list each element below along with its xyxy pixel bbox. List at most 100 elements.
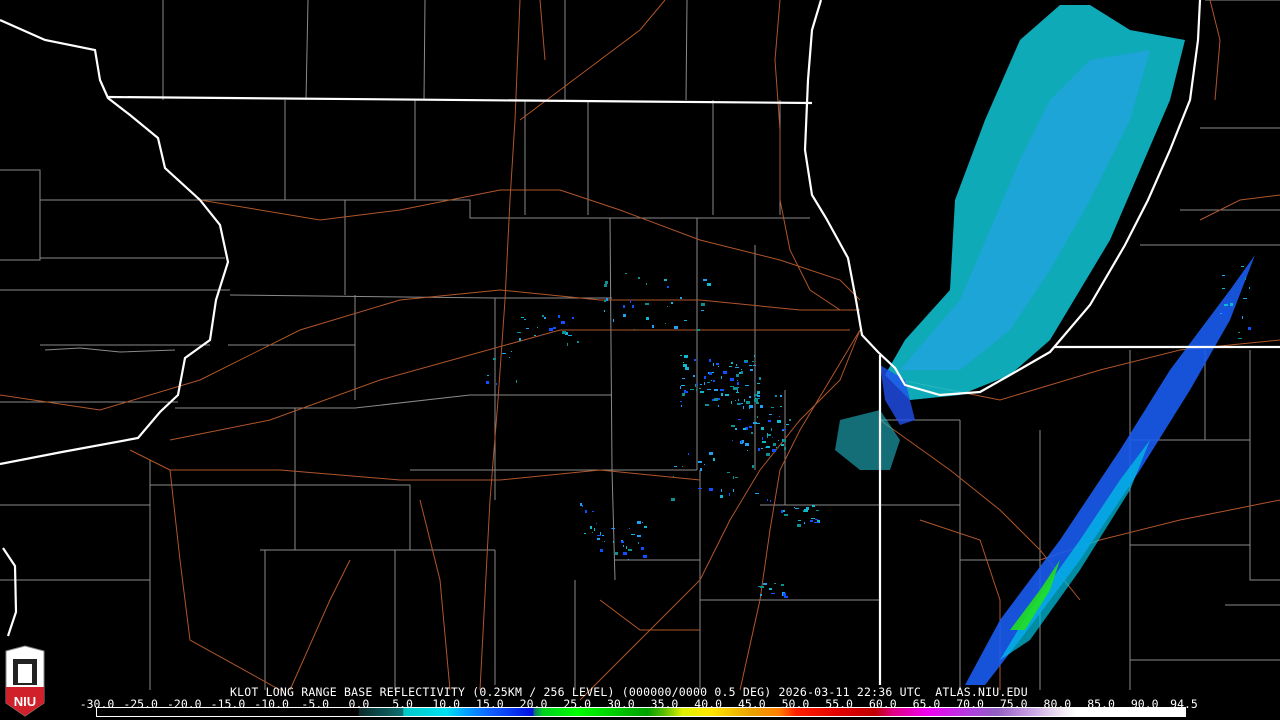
echo-pixel: [772, 449, 776, 452]
echo-pixel: [757, 416, 758, 418]
highway: [539, 0, 546, 61]
echo-pixel: [714, 389, 718, 391]
echo-pixel: [685, 391, 688, 393]
echo-pixel: [749, 407, 750, 409]
echo-pixel: [723, 371, 727, 374]
echo-pixel: [632, 305, 634, 308]
echo-pixel: [732, 440, 733, 441]
echo-pixel: [645, 303, 649, 305]
echo-pixel: [646, 317, 649, 320]
echo-pixel: [605, 281, 608, 284]
echo-pixel: [680, 401, 682, 402]
radar-display: NIU KLOT LONG RANGE BASE REFLECTIVITY (0…: [0, 0, 1280, 720]
echo-pixel: [784, 447, 786, 450]
highway: [479, 0, 521, 691]
echo-pixel: [540, 335, 541, 336]
echo-pixel: [597, 538, 600, 540]
echo-pixel: [779, 416, 780, 417]
echo-pixel: [1222, 288, 1225, 289]
echo-pixel: [681, 385, 685, 386]
echo-pixel: [684, 355, 688, 358]
echo-pixel: [526, 328, 529, 329]
echo-pixel: [1243, 298, 1247, 299]
echo-pixel: [625, 273, 627, 274]
echo-pixel: [524, 319, 526, 320]
echo-pixel: [760, 586, 764, 588]
echo-pixel: [674, 326, 678, 329]
mississippi-river-border-south: [2, 547, 18, 637]
county-border: [423, 0, 426, 101]
echo-pixel: [568, 335, 572, 336]
echo-pixel: [784, 596, 788, 598]
echo-pixel: [1241, 266, 1244, 267]
highway: [199, 189, 861, 301]
echo-pixel: [585, 510, 587, 513]
echo-pixel: [542, 315, 544, 317]
county-border: [609, 217, 613, 471]
echo-pixel: [741, 369, 742, 370]
echo-pixel: [762, 437, 763, 440]
echo-pixel: [626, 546, 627, 549]
echo-pixel: [781, 510, 783, 513]
echo-pixel: [549, 328, 553, 331]
echo-pixel: [698, 488, 702, 489]
echo-pixel: [680, 297, 682, 299]
echo-pixel: [743, 406, 744, 409]
echo-pixel: [784, 514, 788, 516]
echo-pixel: [763, 583, 767, 585]
county-border: [1249, 350, 1280, 581]
echo-pixel: [604, 300, 606, 302]
highway: [419, 499, 451, 691]
echo-pixel: [707, 389, 711, 390]
echo-pixel: [798, 520, 801, 521]
echo-pixel: [1248, 327, 1251, 330]
echo-pixel: [637, 521, 641, 524]
echo-pixel: [721, 489, 722, 492]
echo-pixel: [683, 364, 687, 367]
echo-pixel: [750, 369, 753, 371]
echo-pixel: [688, 453, 689, 455]
echo-pixel: [768, 420, 771, 422]
echo-pixel: [600, 532, 601, 535]
echo-pixel: [630, 300, 631, 303]
echo-pixel: [754, 399, 758, 402]
echo-pixel: [714, 398, 718, 401]
echo-pixel: [744, 399, 745, 402]
echo-pixel: [760, 405, 763, 408]
echo-pixel: [730, 378, 734, 381]
echo-pixel: [681, 405, 682, 407]
echo-pixel: [703, 279, 707, 281]
echo-pixel: [615, 552, 618, 555]
mississippi-river-border: [0, 18, 230, 466]
echo-pixel: [623, 314, 626, 317]
echo-pixel: [516, 380, 517, 383]
echo-pixel: [1242, 316, 1243, 319]
echo-pixel: [623, 552, 627, 555]
echo-pixel: [727, 472, 730, 473]
echo-pixel: [592, 511, 594, 512]
echo-pixel: [735, 367, 739, 368]
echo-pixel: [596, 523, 597, 524]
echo-pixel: [769, 588, 772, 590]
echo-pixel: [761, 427, 764, 430]
echo-pixel: [745, 443, 749, 446]
echo-pixel: [804, 509, 808, 512]
highway: [170, 469, 701, 481]
highway: [0, 289, 860, 411]
echo-pixel: [742, 440, 744, 443]
echo-pixel: [613, 541, 614, 543]
echo-pixel: [682, 466, 683, 467]
echo-pixel: [486, 381, 489, 384]
echo-pixel: [704, 464, 705, 465]
echo-pixel: [747, 450, 748, 451]
echo-pixel: [697, 329, 700, 331]
echo-pixel: [584, 533, 586, 534]
echo-pixel: [769, 414, 772, 415]
echo-pixel: [731, 425, 735, 427]
county-border: [685, 0, 688, 101]
echo-pixel: [671, 302, 673, 304]
echo-pixel: [684, 320, 687, 321]
echo-pixel: [753, 422, 757, 424]
echo-pixel: [738, 419, 741, 420]
echo-pixel: [782, 429, 786, 430]
